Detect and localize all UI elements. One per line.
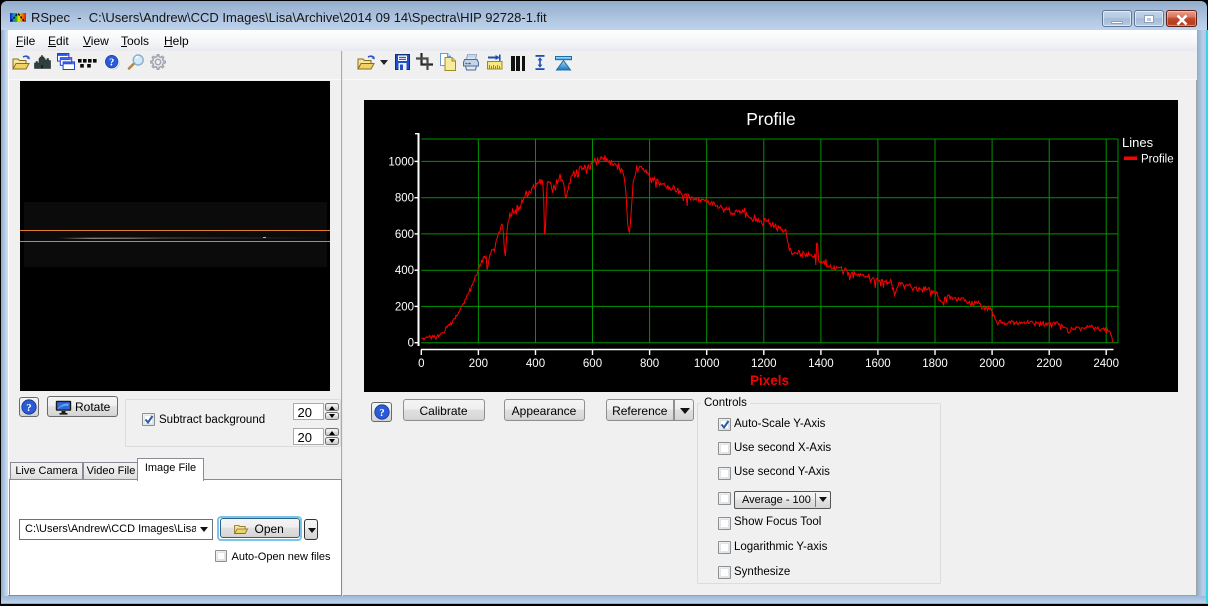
svg-text:Profile: Profile (746, 109, 796, 129)
svg-text:400: 400 (395, 265, 414, 277)
svg-text:600: 600 (395, 229, 414, 241)
svg-text:Pixels: Pixels (750, 373, 789, 388)
svg-text:1000: 1000 (694, 358, 720, 370)
svg-text:200: 200 (469, 358, 488, 370)
svg-text:600: 600 (583, 358, 602, 370)
svg-text:0: 0 (418, 358, 424, 370)
svg-text:1800: 1800 (922, 358, 948, 370)
svg-text:2200: 2200 (1036, 358, 1062, 370)
svg-text:400: 400 (526, 358, 545, 370)
svg-text:?: ? (379, 407, 384, 419)
svg-text:Lines: Lines (1122, 135, 1154, 150)
svg-text:?: ? (109, 58, 114, 69)
svg-text:0: 0 (408, 338, 414, 350)
svg-text:200: 200 (395, 301, 414, 313)
svg-text:1200: 1200 (751, 358, 777, 370)
svg-text:Profile: Profile (1141, 154, 1174, 166)
svg-text:2000: 2000 (979, 358, 1005, 370)
svg-text:?: ? (26, 402, 31, 414)
svg-text:1400: 1400 (808, 358, 834, 370)
svg-text:2400: 2400 (1093, 358, 1119, 370)
svg-text:1600: 1600 (865, 358, 891, 370)
svg-text:800: 800 (395, 193, 414, 205)
svg-text:800: 800 (640, 358, 659, 370)
svg-text:1000: 1000 (388, 156, 414, 168)
